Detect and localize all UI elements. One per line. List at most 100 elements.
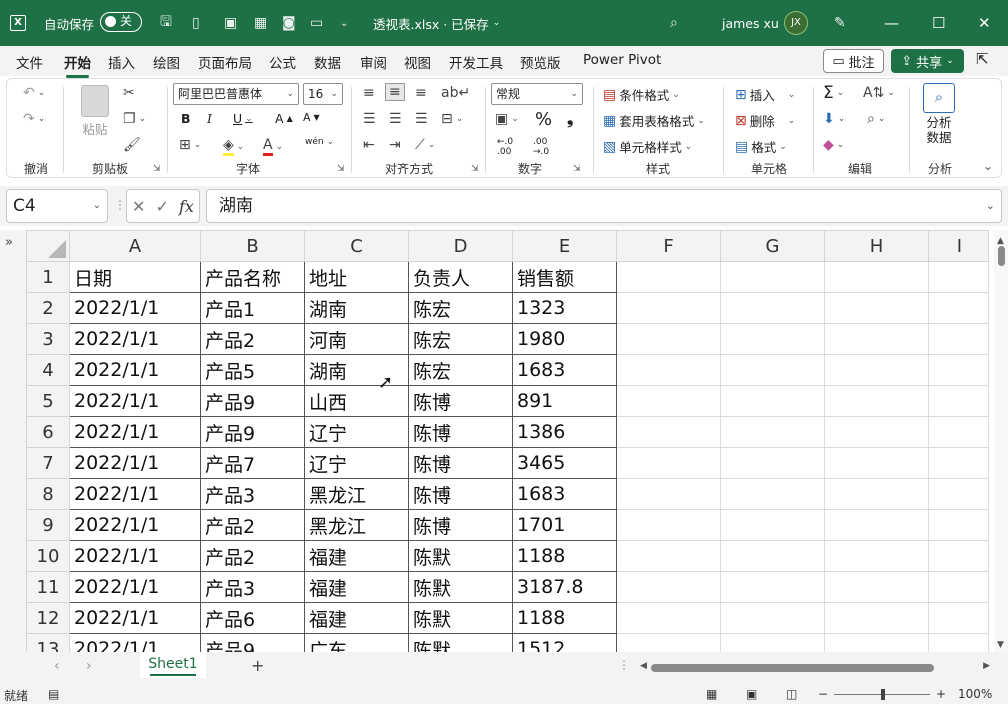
- cell[interactable]: [824, 571, 929, 603]
- cell[interactable]: [720, 323, 825, 355]
- cell[interactable]: 陈博: [408, 447, 513, 479]
- row-header[interactable]: 2: [26, 292, 70, 324]
- cell[interactable]: 1683: [512, 478, 617, 510]
- tab-draw[interactable]: 绘图: [153, 52, 180, 72]
- cell[interactable]: [824, 292, 929, 324]
- comma-style-button[interactable]: ❟: [567, 109, 573, 129]
- share-button[interactable]: ⇪ 共享 ⌄: [891, 49, 964, 73]
- expand-pane-icon[interactable]: »: [5, 235, 13, 250]
- cell[interactable]: [720, 633, 825, 652]
- cell[interactable]: [720, 354, 825, 386]
- cell[interactable]: [720, 602, 825, 634]
- align-bottom-button[interactable]: ≡: [415, 85, 427, 101]
- file-name[interactable]: 透视表.xlsx · 已保存 ⌄: [373, 0, 500, 46]
- cell[interactable]: [928, 633, 989, 652]
- decrease-font-button[interactable]: A ▼: [303, 111, 320, 124]
- column-header[interactable]: C: [304, 230, 409, 262]
- cell[interactable]: [616, 633, 721, 652]
- increase-indent-button[interactable]: ⇥: [389, 137, 401, 153]
- cancel-icon[interactable]: ✕: [132, 197, 145, 216]
- cell[interactable]: 湖南: [304, 292, 409, 324]
- borders-button[interactable]: ⊞ ⌄: [179, 137, 201, 153]
- collapse-ribbon-button[interactable]: ⌄: [983, 159, 993, 173]
- cell[interactable]: 负责人: [408, 261, 513, 293]
- cell[interactable]: 2022/1/1: [69, 540, 201, 572]
- cell[interactable]: 1386: [512, 416, 617, 448]
- cell[interactable]: 陈博: [408, 416, 513, 448]
- column-header[interactable]: A: [69, 230, 201, 262]
- analyze-data-button[interactable]: ⌕ 分析数据: [919, 83, 959, 145]
- cell[interactable]: [824, 633, 929, 652]
- cell[interactable]: 1980: [512, 323, 617, 355]
- decrease-indent-button[interactable]: ⇤: [363, 137, 375, 153]
- maximize-icon[interactable]: ☐: [932, 0, 945, 46]
- cell[interactable]: [824, 261, 929, 293]
- row-header[interactable]: 9: [26, 509, 70, 541]
- copy-button[interactable]: ❐ ⌄: [123, 111, 146, 127]
- cell[interactable]: 3465: [512, 447, 617, 479]
- check-document-icon[interactable]: ▣: [224, 0, 237, 46]
- save-as-icon[interactable]: ▭: [310, 0, 323, 46]
- cell[interactable]: [928, 416, 989, 448]
- comments-button[interactable]: ▭ 批注: [823, 49, 884, 73]
- autosave-toggle[interactable]: 关: [100, 12, 142, 32]
- column-header[interactable]: I: [928, 230, 989, 262]
- cell[interactable]: 广东: [304, 633, 409, 652]
- increase-font-button[interactable]: A ▲: [275, 111, 293, 126]
- tab-developer[interactable]: 开发工具: [449, 52, 503, 72]
- cell[interactable]: [720, 509, 825, 541]
- paste-button[interactable]: 粘贴: [77, 85, 113, 138]
- cell[interactable]: [616, 509, 721, 541]
- cell[interactable]: 日期: [69, 261, 201, 293]
- row-header[interactable]: 10: [26, 540, 70, 572]
- cell[interactable]: [616, 571, 721, 603]
- number-format-select[interactable]: 常规 ⌄: [491, 83, 583, 105]
- font-size-select[interactable]: 16 ⌄: [303, 83, 343, 105]
- tab-power-pivot[interactable]: Power Pivot: [583, 52, 661, 68]
- insert-function-icon[interactable]: fx: [179, 197, 194, 216]
- cell[interactable]: 2022/1/1: [69, 416, 201, 448]
- orientation-button[interactable]: ⟋ ⌄: [415, 137, 435, 153]
- column-header[interactable]: E: [512, 230, 617, 262]
- cell[interactable]: [616, 540, 721, 572]
- cell[interactable]: 陈宏: [408, 354, 513, 386]
- format-painter-button[interactable]: 🖌: [123, 137, 141, 153]
- cell[interactable]: 产品3: [200, 571, 305, 603]
- cell[interactable]: 2022/1/1: [69, 354, 201, 386]
- cell[interactable]: [616, 602, 721, 634]
- tab-page-layout[interactable]: 页面布局: [198, 52, 252, 72]
- column-header[interactable]: F: [616, 230, 721, 262]
- sheet-tab[interactable]: Sheet1: [140, 652, 206, 678]
- cell[interactable]: 陈默: [408, 571, 513, 603]
- table-icon[interactable]: ▦: [254, 0, 267, 46]
- zoom-slider-knob[interactable]: [881, 689, 885, 700]
- tab-file[interactable]: 文件: [16, 52, 43, 72]
- scroll-down-icon[interactable]: ▼: [997, 640, 1004, 650]
- increase-decimal-button[interactable]: ←.0.00: [497, 137, 513, 157]
- cell[interactable]: [824, 416, 929, 448]
- row-header[interactable]: 8: [26, 478, 70, 510]
- cell[interactable]: 产品9: [200, 416, 305, 448]
- close-icon[interactable]: ✕: [978, 0, 991, 46]
- cell[interactable]: 产品3: [200, 478, 305, 510]
- scroll-thumb[interactable]: [998, 246, 1005, 266]
- decrease-decimal-button[interactable]: .00 →.0: [533, 137, 549, 157]
- cell[interactable]: 陈宏: [408, 323, 513, 355]
- cell[interactable]: 陈默: [408, 633, 513, 652]
- page-break-view-icon[interactable]: ◫: [786, 687, 797, 701]
- save-icon[interactable]: 🖫: [160, 0, 172, 46]
- cell[interactable]: [720, 478, 825, 510]
- cell[interactable]: [928, 292, 989, 324]
- minimize-icon[interactable]: —: [884, 0, 899, 46]
- cell[interactable]: [928, 354, 989, 386]
- align-center-button[interactable]: ☰: [389, 111, 402, 127]
- camera-icon[interactable]: ◙: [282, 0, 296, 46]
- formula-input[interactable]: 湖南 ⌄: [206, 189, 1002, 223]
- cell[interactable]: [928, 323, 989, 355]
- cell[interactable]: 陈博: [408, 509, 513, 541]
- tab-home[interactable]: 开始: [64, 52, 91, 78]
- row-header[interactable]: 11: [26, 571, 70, 603]
- cell[interactable]: 2022/1/1: [69, 385, 201, 417]
- redo-button[interactable]: ↷ ⌄: [23, 111, 45, 127]
- cell[interactable]: 2022/1/1: [69, 509, 201, 541]
